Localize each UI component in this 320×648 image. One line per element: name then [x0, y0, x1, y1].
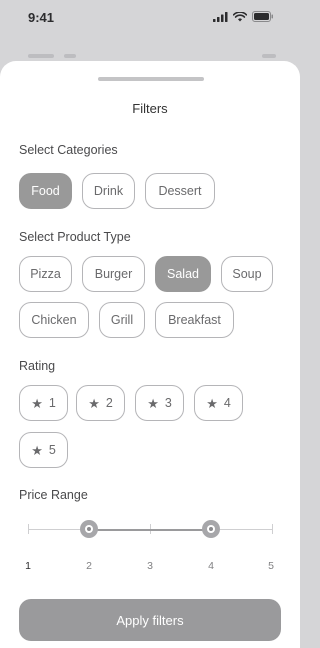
product-chip-soup[interactable]: Soup [221, 256, 273, 292]
background-placeholder [28, 54, 54, 58]
product-chip-burger[interactable]: Burger [82, 256, 145, 292]
category-chip-dessert[interactable]: Dessert [145, 173, 215, 209]
rating-value: 4 [223, 396, 231, 410]
status-icons [213, 11, 274, 22]
apply-filters-button[interactable]: Apply filters [19, 599, 281, 641]
rating-title: Rating [19, 359, 56, 373]
star-icon: ★ [147, 395, 159, 411]
product-chip-salad[interactable]: Salad [155, 256, 211, 292]
sheet-grabber[interactable] [98, 77, 204, 81]
sheet-title: Filters [132, 101, 168, 116]
price-tick-label: 3 [147, 560, 153, 572]
price-tick-label: 4 [208, 560, 214, 572]
wifi-icon [233, 11, 247, 21]
rating-chip-2[interactable]: ★ 2 [76, 385, 125, 421]
product-chip-breakfast[interactable]: Breakfast [155, 302, 234, 338]
product-type-title: Select Product Type [19, 230, 131, 244]
rating-value: 5 [48, 443, 56, 457]
product-chip-grill[interactable]: Grill [99, 302, 145, 338]
rating-chip-5[interactable]: ★ 5 [19, 432, 68, 468]
product-chip-pizza[interactable]: Pizza [19, 256, 72, 292]
price-tick-label: 5 [268, 560, 274, 572]
slider-tick [272, 524, 273, 534]
status-time: 9:41 [28, 10, 55, 25]
categories-title: Select Categories [19, 143, 118, 157]
background-placeholder [64, 54, 76, 58]
category-chip-food[interactable]: Food [19, 173, 72, 209]
price-slider-max-thumb[interactable] [202, 520, 220, 538]
rating-chip-4[interactable]: ★ 4 [194, 385, 243, 421]
slider-tick [28, 524, 29, 534]
price-tick-label: 2 [86, 560, 92, 572]
price-tick-label: 1 [25, 560, 31, 572]
product-chip-chicken[interactable]: Chicken [19, 302, 89, 338]
status-bar: 9:41 [0, 0, 300, 36]
star-icon: ★ [88, 395, 100, 411]
filters-sheet: Filters Select Categories Food Drink Des… [0, 61, 300, 648]
cellular-signal-icon [213, 11, 228, 22]
star-icon: ★ [206, 395, 218, 411]
rating-value: 3 [164, 396, 172, 410]
star-icon: ★ [31, 442, 43, 458]
category-chip-drink[interactable]: Drink [82, 173, 135, 209]
battery-icon [252, 11, 273, 22]
star-icon: ★ [31, 395, 43, 411]
rating-value: 2 [105, 396, 113, 410]
rating-chip-1[interactable]: ★ 1 [19, 385, 68, 421]
background-placeholder [262, 54, 276, 58]
price-range-title: Price Range [19, 488, 88, 502]
price-slider-range [89, 528, 211, 531]
rating-chip-3[interactable]: ★ 3 [135, 385, 184, 421]
rating-value: 1 [48, 396, 56, 410]
price-slider-min-thumb[interactable] [80, 520, 98, 538]
